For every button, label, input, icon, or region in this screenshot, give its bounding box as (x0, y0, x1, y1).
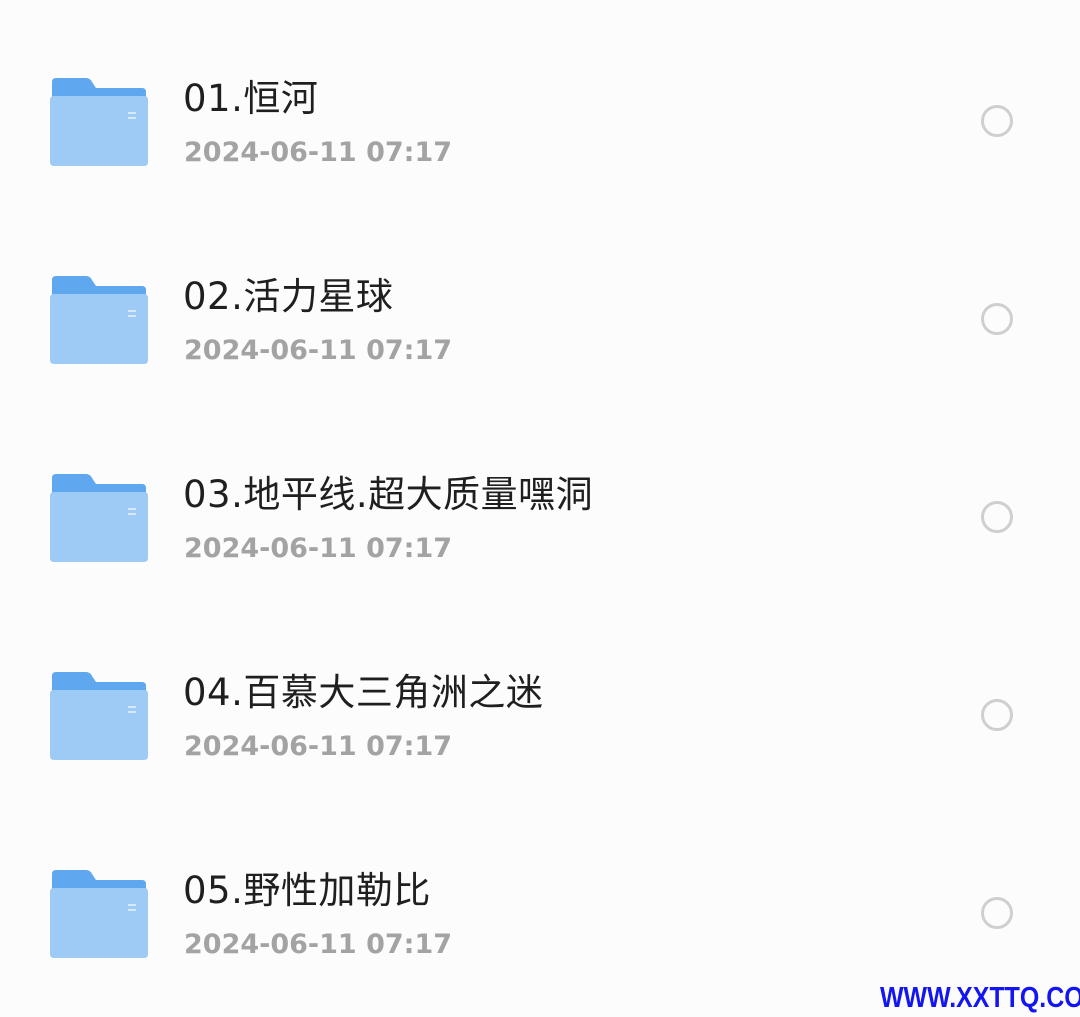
file-date: 2024-06-11 07:17 (184, 335, 453, 366)
file-date: 2024-06-11 07:17 (184, 731, 453, 762)
folder-icon (50, 672, 148, 760)
list-item[interactable]: 04.百慕大三角洲之迷 2024-06-11 07:17 (0, 594, 1080, 792)
file-date: 2024-06-11 07:17 (184, 929, 453, 960)
list-item[interactable]: 02.活力星球 2024-06-11 07:17 (0, 198, 1080, 396)
watermark: WWW.XXTTQ.COM (880, 982, 1080, 1014)
select-radio[interactable] (981, 303, 1013, 335)
select-radio[interactable] (981, 699, 1013, 731)
select-radio[interactable] (981, 501, 1013, 533)
list-item[interactable]: 03.地平线.超大质量嘿洞 2024-06-11 07:17 (0, 396, 1080, 594)
file-name: 01.恒河 (183, 77, 319, 120)
folder-icon (50, 870, 148, 958)
list-item[interactable]: 01.恒河 2024-06-11 07:17 (0, 0, 1080, 198)
file-date: 2024-06-11 07:17 (184, 533, 453, 564)
folder-icon (50, 474, 148, 562)
folder-icon (50, 78, 148, 166)
list-item[interactable]: 05.野性加勒比 2024-06-11 07:17 (0, 792, 1080, 990)
folder-icon (50, 276, 148, 364)
file-date: 2024-06-11 07:17 (184, 137, 453, 168)
file-name: 05.野性加勒比 (183, 869, 431, 912)
select-radio[interactable] (981, 897, 1013, 929)
file-name: 02.活力星球 (183, 275, 394, 318)
select-radio[interactable] (981, 105, 1013, 137)
file-list: 01.恒河 2024-06-11 07:17 02.活力星球 2024-06-1… (0, 0, 1080, 1017)
file-name: 04.百慕大三角洲之迷 (183, 671, 544, 714)
file-name: 03.地平线.超大质量嘿洞 (183, 473, 594, 516)
